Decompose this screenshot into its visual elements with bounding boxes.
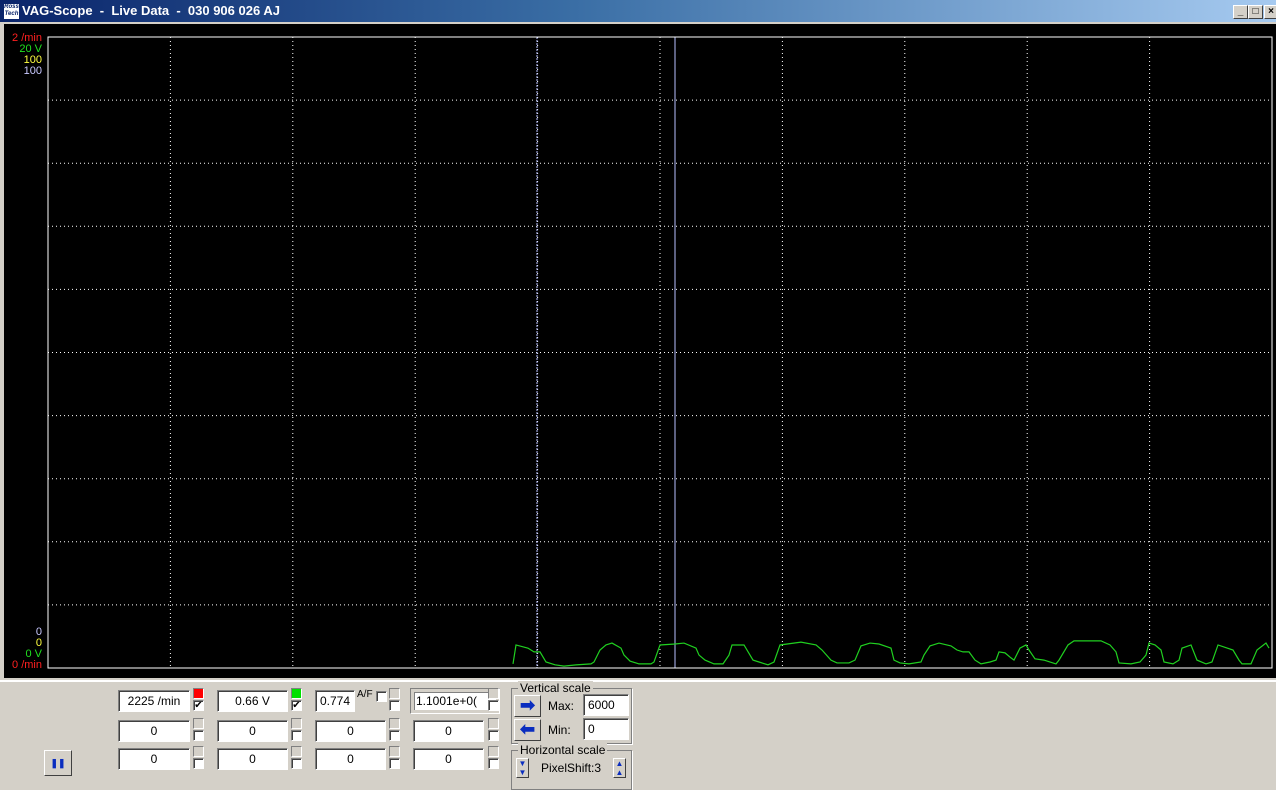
horizontal-scale-title: Horizontal scale xyxy=(518,743,608,757)
channel6-color-swatch[interactable] xyxy=(291,718,302,729)
channel9-color-swatch[interactable] xyxy=(193,746,204,757)
channel4-color-swatch[interactable] xyxy=(488,688,499,699)
channel3-color-swatch[interactable] xyxy=(389,688,400,699)
channel7-color-swatch[interactable] xyxy=(389,718,400,729)
maximize-button[interactable]: □ xyxy=(1248,5,1263,19)
af-label: A/F xyxy=(357,689,373,700)
arrow-right-icon: ➡ xyxy=(519,695,536,715)
scale-down-button[interactable]: ⬅ xyxy=(514,719,541,741)
scale-up-button[interactable]: ➡ xyxy=(514,695,541,717)
channel8-color-swatch[interactable] xyxy=(488,718,499,729)
channel9-checkbox[interactable] xyxy=(193,758,204,769)
channel10-value[interactable]: 0 xyxy=(217,748,288,770)
channel11-value[interactable]: 0 xyxy=(315,748,386,770)
close-button[interactable]: × xyxy=(1264,5,1276,19)
min-label: Min: xyxy=(548,723,571,737)
window-title: VAG-Scope - Live Data - 030 906 026 AJ xyxy=(22,3,280,18)
pixelshift-value: PixelShift:3 xyxy=(541,761,602,775)
scale-bottom-rpm: 0 /min xyxy=(12,659,42,671)
channel10-checkbox[interactable] xyxy=(291,758,302,769)
scope-background xyxy=(4,24,1276,678)
channel12-color-swatch[interactable] xyxy=(488,746,499,757)
channel2-color-swatch[interactable] xyxy=(291,688,302,699)
channel9-value[interactable]: 0 xyxy=(118,748,190,770)
channel5-color-swatch[interactable] xyxy=(193,718,204,729)
horizontal-scale-group: Horizontal scale ▼ ▼ PixelShift:3 ▲ ▲ xyxy=(511,743,632,790)
channel1-value[interactable]: 2225 /min xyxy=(118,690,190,712)
channel6-checkbox[interactable] xyxy=(291,730,302,741)
channel11-color-swatch[interactable] xyxy=(389,746,400,757)
channel3-value[interactable]: 0.774 xyxy=(315,690,355,712)
app-logo: Ross Tech xyxy=(3,3,20,20)
channel8-value[interactable]: 0 xyxy=(413,720,484,742)
channel4-checkbox[interactable] xyxy=(488,700,499,711)
scope-area: 2 /min 20 V 100 100 0 0 0 V 0 /min xyxy=(0,22,1276,680)
channel7-value[interactable]: 0 xyxy=(315,720,386,742)
channel6-value[interactable]: 0 xyxy=(217,720,288,742)
control-panel: ❚❚ 2225 /min ✔ 0.66 V ✔ 0.774 A/F 1.1001… xyxy=(0,680,1276,790)
channel5-value[interactable]: 0 xyxy=(118,720,190,742)
pause-icon: ❚❚ xyxy=(50,758,66,768)
scope-chart[interactable] xyxy=(0,22,1276,680)
minimize-button[interactable]: _ xyxy=(1233,5,1248,19)
channel12-value[interactable]: 0 xyxy=(413,748,484,770)
channel11-checkbox[interactable] xyxy=(389,758,400,769)
max-input[interactable]: 6000 xyxy=(583,694,629,716)
channel4-value[interactable]: 1.1001e+0( xyxy=(410,688,500,714)
pause-button[interactable]: ❚❚ xyxy=(44,750,72,776)
pixelshift-decrease-button[interactable]: ▼ ▼ xyxy=(516,758,529,778)
arrow-left-icon: ⬅ xyxy=(519,719,536,739)
channel3-checkbox[interactable] xyxy=(389,700,400,711)
vertical-scale-title: Vertical scale xyxy=(518,681,593,695)
channel7-checkbox[interactable] xyxy=(389,730,400,741)
min-input[interactable]: 0 xyxy=(583,718,629,740)
channel5-checkbox[interactable] xyxy=(193,730,204,741)
pixelshift-increase-button[interactable]: ▲ ▲ xyxy=(613,758,626,778)
max-label: Max: xyxy=(548,699,575,713)
channel1-color-swatch[interactable] xyxy=(193,688,204,699)
af-checkbox[interactable] xyxy=(376,691,387,702)
chevron-down-icon: ▼ ▼ xyxy=(518,759,527,777)
chevron-up-icon: ▲ ▲ xyxy=(615,759,624,777)
channel8-checkbox[interactable] xyxy=(488,730,499,741)
channel2-value[interactable]: 0.66 V xyxy=(217,690,288,712)
channel12-checkbox[interactable] xyxy=(488,758,499,769)
channel2-checkbox[interactable]: ✔ xyxy=(291,700,302,711)
channel1-checkbox[interactable]: ✔ xyxy=(193,700,204,711)
scale-top-ch4: 100 xyxy=(23,65,42,77)
channel10-color-swatch[interactable] xyxy=(291,746,302,757)
vertical-scale-group: Vertical scale ➡ ⬅ Max: 6000 Min: 0 xyxy=(511,681,632,744)
title-bar: Ross Tech VAG-Scope - Live Data - 030 906… xyxy=(0,0,1276,22)
